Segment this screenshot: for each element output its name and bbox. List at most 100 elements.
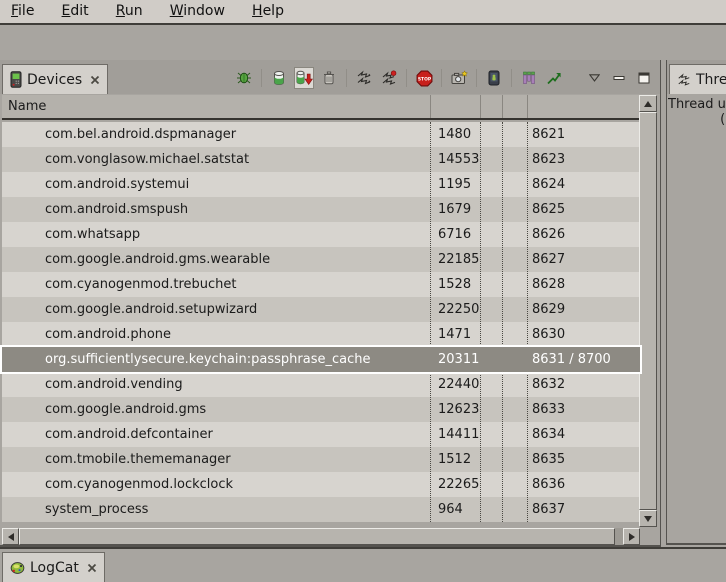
close-icon[interactable] <box>90 75 100 85</box>
scroll-right-button[interactable] <box>623 528 640 545</box>
client-name: com.android.defcontainer <box>45 422 213 447</box>
table-row[interactable]: com.vonglasow.michael.satstat 14553 8623 <box>2 147 640 172</box>
table-row[interactable]: com.android.smspush16798625 <box>2 197 640 222</box>
table-row[interactable]: com.google.android.gms.wearable 22185 8627 <box>2 247 640 272</box>
update-heap-icon[interactable] <box>269 67 289 89</box>
table-row[interactable]: com.tmobile.thememanager15128635 <box>2 447 640 472</box>
toolbar-separator <box>476 69 477 87</box>
client-pid: 14411 <box>438 422 479 447</box>
client-port: 8626 <box>532 222 565 247</box>
systrace-icon[interactable] <box>544 67 564 89</box>
dump-hprof-icon[interactable] <box>294 67 314 89</box>
menu-help[interactable]: Help <box>241 0 295 19</box>
svg-text:STOP: STOP <box>417 76 431 82</box>
table-row[interactable]: com.android.defcontainer 14411 8634 <box>2 422 640 447</box>
devices-tab-label: Devices <box>27 72 82 88</box>
threads-message: Thread updates not enabled for selected … <box>668 95 726 543</box>
toolbar-separator <box>511 69 512 87</box>
client-name: com.whatsapp <box>45 222 140 247</box>
client-pid: 22265 <box>438 472 479 497</box>
horizontal-scrollbar-thumb[interactable] <box>19 528 615 545</box>
client-name: org.sufficientlysecure.keychain:passphra… <box>45 347 370 372</box>
screen-capture-icon[interactable] <box>449 67 469 89</box>
update-threads-icon[interactable] <box>354 67 374 89</box>
scroll-down-button[interactable] <box>639 510 657 527</box>
column-divider[interactable] <box>502 95 503 118</box>
client-pid: 22250 <box>438 297 479 322</box>
menu-run[interactable]: Run <box>105 0 154 19</box>
client-port: 8627 <box>532 247 565 272</box>
toolbar-separator <box>261 69 262 87</box>
hierarchy-view-icon[interactable] <box>519 67 539 89</box>
table-row[interactable]: com.android.phone 1471 8630 <box>2 322 640 347</box>
client-name: com.android.smspush <box>45 197 188 222</box>
horizontal-scrollbar[interactable] <box>2 528 640 545</box>
table-row[interactable]: system_process9648637 <box>2 497 640 522</box>
client-name: system_process <box>45 497 148 522</box>
toolbar-separator <box>346 69 347 87</box>
menu-bar: File Edit Run Window Help <box>0 0 726 25</box>
table-row[interactable]: com.google.android.gms126238633 <box>2 397 640 422</box>
view-menu-icon[interactable] <box>584 67 604 89</box>
client-name: com.tmobile.thememanager <box>45 447 231 472</box>
menu-window[interactable]: Window <box>159 0 236 19</box>
column-divider[interactable] <box>527 95 528 118</box>
threads-icon <box>677 73 691 87</box>
client-pid: 20311 <box>438 347 479 372</box>
client-name: com.google.android.gms.wearable <box>45 247 270 272</box>
table-row[interactable]: com.cyanogenmod.lockclock222658636 <box>2 472 640 497</box>
table-row[interactable]: com.android.vending224408632 <box>2 372 640 397</box>
column-divider[interactable] <box>480 95 481 118</box>
client-pid: 6716 <box>438 222 471 247</box>
start-method-profiling-icon[interactable] <box>379 67 399 89</box>
table-row[interactable]: com.whatsapp 6716 8626 <box>2 222 640 247</box>
toolbar-separator <box>441 69 442 87</box>
client-name: com.google.android.setupwizard <box>45 297 257 322</box>
table-row[interactable]: com.cyanogenmod.trebuchet15288628 <box>2 272 640 297</box>
client-name: com.android.systemui <box>45 172 189 197</box>
tab-devices[interactable]: Devices <box>2 64 108 94</box>
table-row[interactable]: com.google.android.setupwizard222508629 <box>2 297 640 322</box>
debug-process-icon[interactable] <box>234 67 254 89</box>
maximize-icon[interactable] <box>634 67 654 89</box>
column-header-name: Name <box>2 99 46 114</box>
vertical-scrollbar-thumb[interactable] <box>639 112 657 510</box>
client-name: com.android.vending <box>45 372 183 397</box>
scroll-left-button[interactable] <box>2 528 19 545</box>
table-row[interactable]: com.android.systemui 1195 8624 <box>2 172 640 197</box>
column-divider[interactable] <box>430 95 431 118</box>
client-pid: 14553 <box>438 147 479 172</box>
menu-edit[interactable]: Edit <box>51 0 100 19</box>
client-port: 8624 <box>532 172 565 197</box>
scroll-up-button[interactable] <box>639 95 657 112</box>
menu-file[interactable]: File <box>0 0 45 19</box>
close-icon[interactable] <box>87 563 97 573</box>
client-port: 8623 <box>532 147 565 172</box>
vertical-scrollbar[interactable] <box>639 95 657 527</box>
devices-toolbar: STOP <box>234 64 654 92</box>
client-pid: 1471 <box>438 322 471 347</box>
client-port: 8630 <box>532 322 565 347</box>
minimize-icon[interactable] <box>609 67 629 89</box>
client-name: com.android.phone <box>45 322 171 347</box>
phone-icon <box>10 71 22 88</box>
client-name: com.cyanogenmod.trebuchet <box>45 272 237 297</box>
threads-tab-label: Threads <box>696 72 726 88</box>
tab-logcat[interactable]: LogCat <box>2 552 105 582</box>
client-pid: 22185 <box>438 247 479 272</box>
devices-pane: Devices <box>0 60 661 547</box>
client-port: 8625 <box>532 197 565 222</box>
threads-message-line1: Thread updates not enabled for selected … <box>668 97 726 112</box>
table-row[interactable]: org.sufficientlysecure.keychain:passphra… <box>2 347 640 372</box>
table-row[interactable]: com.bel.android.dspmanager14808621 <box>2 122 640 147</box>
client-pid: 1195 <box>438 172 471 197</box>
tab-threads[interactable]: Threads <box>669 64 726 94</box>
logcat-icon <box>10 561 25 575</box>
device-capture-icon[interactable] <box>484 67 504 89</box>
client-port: 8631 / 8700 <box>532 347 611 372</box>
client-port: 8634 <box>532 422 565 447</box>
threads-pane: Threads Thread updates not enabled for s… <box>666 60 726 545</box>
stop-process-icon[interactable]: STOP <box>414 67 434 89</box>
client-name: com.vonglasow.michael.satstat <box>45 147 249 172</box>
cause-gc-icon[interactable] <box>319 67 339 89</box>
